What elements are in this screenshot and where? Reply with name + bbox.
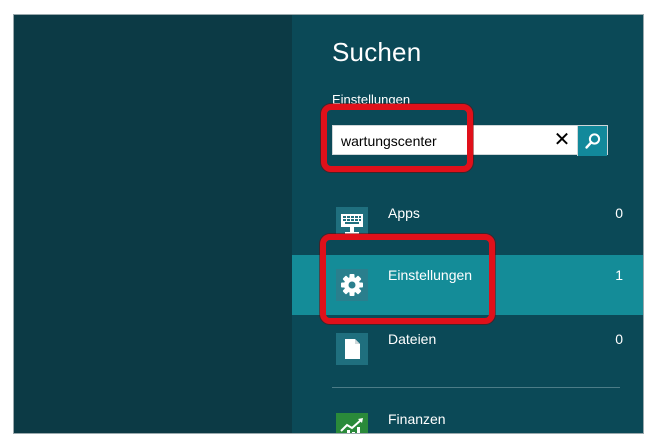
app-row-finanzen[interactable]: Finanzen <box>292 399 643 433</box>
result-label-files: Dateien <box>388 331 437 347</box>
result-count-files: 0 <box>615 331 623 347</box>
result-count-settings: 1 <box>615 267 623 283</box>
result-label-apps: Apps <box>388 205 420 221</box>
search-charm-pane: Suchen Einstellungen ✕ <box>292 15 643 433</box>
screen-frame: Suchen Einstellungen ✕ <box>13 14 644 434</box>
start-screen-background <box>14 15 292 433</box>
search-icon <box>585 133 601 149</box>
document-icon <box>336 333 368 365</box>
charm-title: Suchen <box>332 37 422 67</box>
finance-chart-icon <box>336 413 368 433</box>
annotation-highlight-settings <box>320 234 495 324</box>
result-row-files[interactable]: Dateien 0 <box>292 319 643 379</box>
result-count-apps: 0 <box>615 205 623 221</box>
annotation-highlight-search <box>321 104 473 172</box>
app-label-finanzen: Finanzen <box>388 411 446 427</box>
clear-search-button[interactable]: ✕ <box>551 129 573 151</box>
results-divider <box>332 387 620 388</box>
search-button[interactable] <box>577 126 607 156</box>
